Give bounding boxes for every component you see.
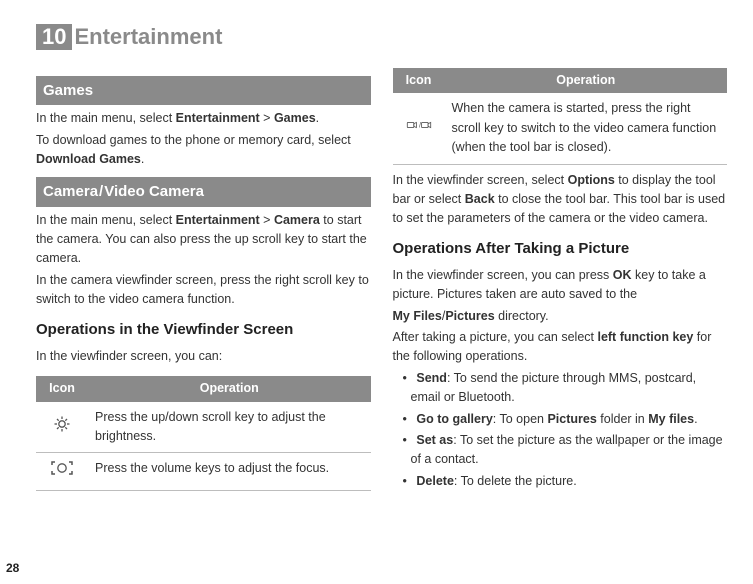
text: In the viewfinder screen, select [393,173,568,187]
subhead-viewfinder-ops: Operations in the Viewfinder Screen [36,318,371,341]
table-cell-operation: Press the up/down scroll key to adjust t… [88,402,371,453]
chapter-header: 10 Entertainment [36,20,727,54]
text-bold: Entertainment [176,213,260,227]
text-bold: Send [416,371,447,385]
text: > [260,213,274,227]
list-item: Delete: To delete the picture. [397,472,728,491]
list-item: Go to gallery: To open Pictures folder i… [397,410,728,429]
text: : To delete the picture. [454,474,577,488]
video-camera-toggle-icon: / [393,93,445,164]
text: To download games to the phone or memory… [36,133,351,147]
text: . [141,152,144,166]
page: 10 Entertainment Games In the main menu,… [0,0,753,505]
right-icon-table: Icon Operation / [393,68,728,165]
text-bold: Pictures [547,412,596,426]
text-bold: Download Games [36,152,141,166]
table-header-operation: Operation [88,376,371,401]
section-games-label: Games [43,82,93,99]
text: directory. [495,309,549,323]
table-header-icon: Icon [36,376,88,401]
right-column: Icon Operation / [393,68,728,497]
text: : To open [493,412,548,426]
table-cell-operation: Press the volume keys to adjust the focu… [88,453,371,490]
section-camera-bar: Camera/Video Camera [36,177,371,206]
text-bold: My Files [393,309,442,323]
brightness-icon [36,402,88,453]
text-bold: Camera [274,213,320,227]
bullet-list: Send: To send the picture through MMS, p… [393,369,728,491]
table-header-operation: Operation [445,68,728,93]
text-bold: Go to gallery [416,412,492,426]
text: : To set the picture as the wallpaper or… [411,433,723,466]
right-para-3: My Files/Pictures directory. [393,307,728,326]
text-bold: Games [274,111,316,125]
section-camera-label-2: Video Camera [104,183,204,200]
svg-text:/: / [419,122,421,130]
text: In the main menu, select [36,111,176,125]
camera-para-1: In the main menu, select Entertainment >… [36,211,371,269]
list-item: Set as: To set the picture as the wallpa… [397,431,728,470]
text-bold: Pictures [445,309,494,323]
chapter-number: 10 [36,24,72,50]
text: folder in [597,412,648,426]
text: After taking a picture, you can select [393,330,598,344]
text-bold: Set as [416,433,453,447]
text: In the main menu, select [36,213,176,227]
text: . [694,412,697,426]
text-bold: Delete [416,474,454,488]
focus-icon [36,453,88,490]
viewfinder-intro: In the viewfinder screen, you can: [36,347,371,366]
table-header-icon: Icon [393,68,445,93]
section-games-bar: Games [36,76,371,105]
right-para-4: After taking a picture, you can select l… [393,328,728,367]
text: In the viewfinder screen, you can press [393,268,613,282]
chapter-title: Entertainment [74,20,222,54]
text-bold: left function key [597,330,693,344]
text-bold: OK [613,268,632,282]
left-icon-table: Icon Operation [36,376,371,491]
table-cell-operation: When the camera is started, press the ri… [445,93,728,164]
games-para-1: In the main menu, select Entertainment >… [36,109,371,128]
page-number: 28 [6,559,19,578]
text-bold: Back [465,192,495,206]
text-bold: My files [648,412,694,426]
camera-para-2: In the camera viewfinder screen, press t… [36,271,371,310]
right-para-1: In the viewfinder screen, select Options… [393,171,728,229]
games-para-2: To download games to the phone or memory… [36,131,371,170]
list-item: Send: To send the picture through MMS, p… [397,369,728,408]
table-row: / When the camera is started, press the … [393,93,728,164]
text-bold: Entertainment [176,111,260,125]
text: : To send the picture through MMS, postc… [411,371,697,404]
text: > [260,111,274,125]
subhead-after-picture: Operations After Taking a Picture [393,237,728,260]
left-column: Games In the main menu, select Entertain… [36,68,371,497]
right-para-2: In the viewfinder screen, you can press … [393,266,728,305]
table-row: Press the up/down scroll key to adjust t… [36,402,371,453]
section-camera-label-1: Camera [43,183,98,200]
text: . [316,111,319,125]
text-bold: Options [568,173,615,187]
table-row: Press the volume keys to adjust the focu… [36,453,371,490]
